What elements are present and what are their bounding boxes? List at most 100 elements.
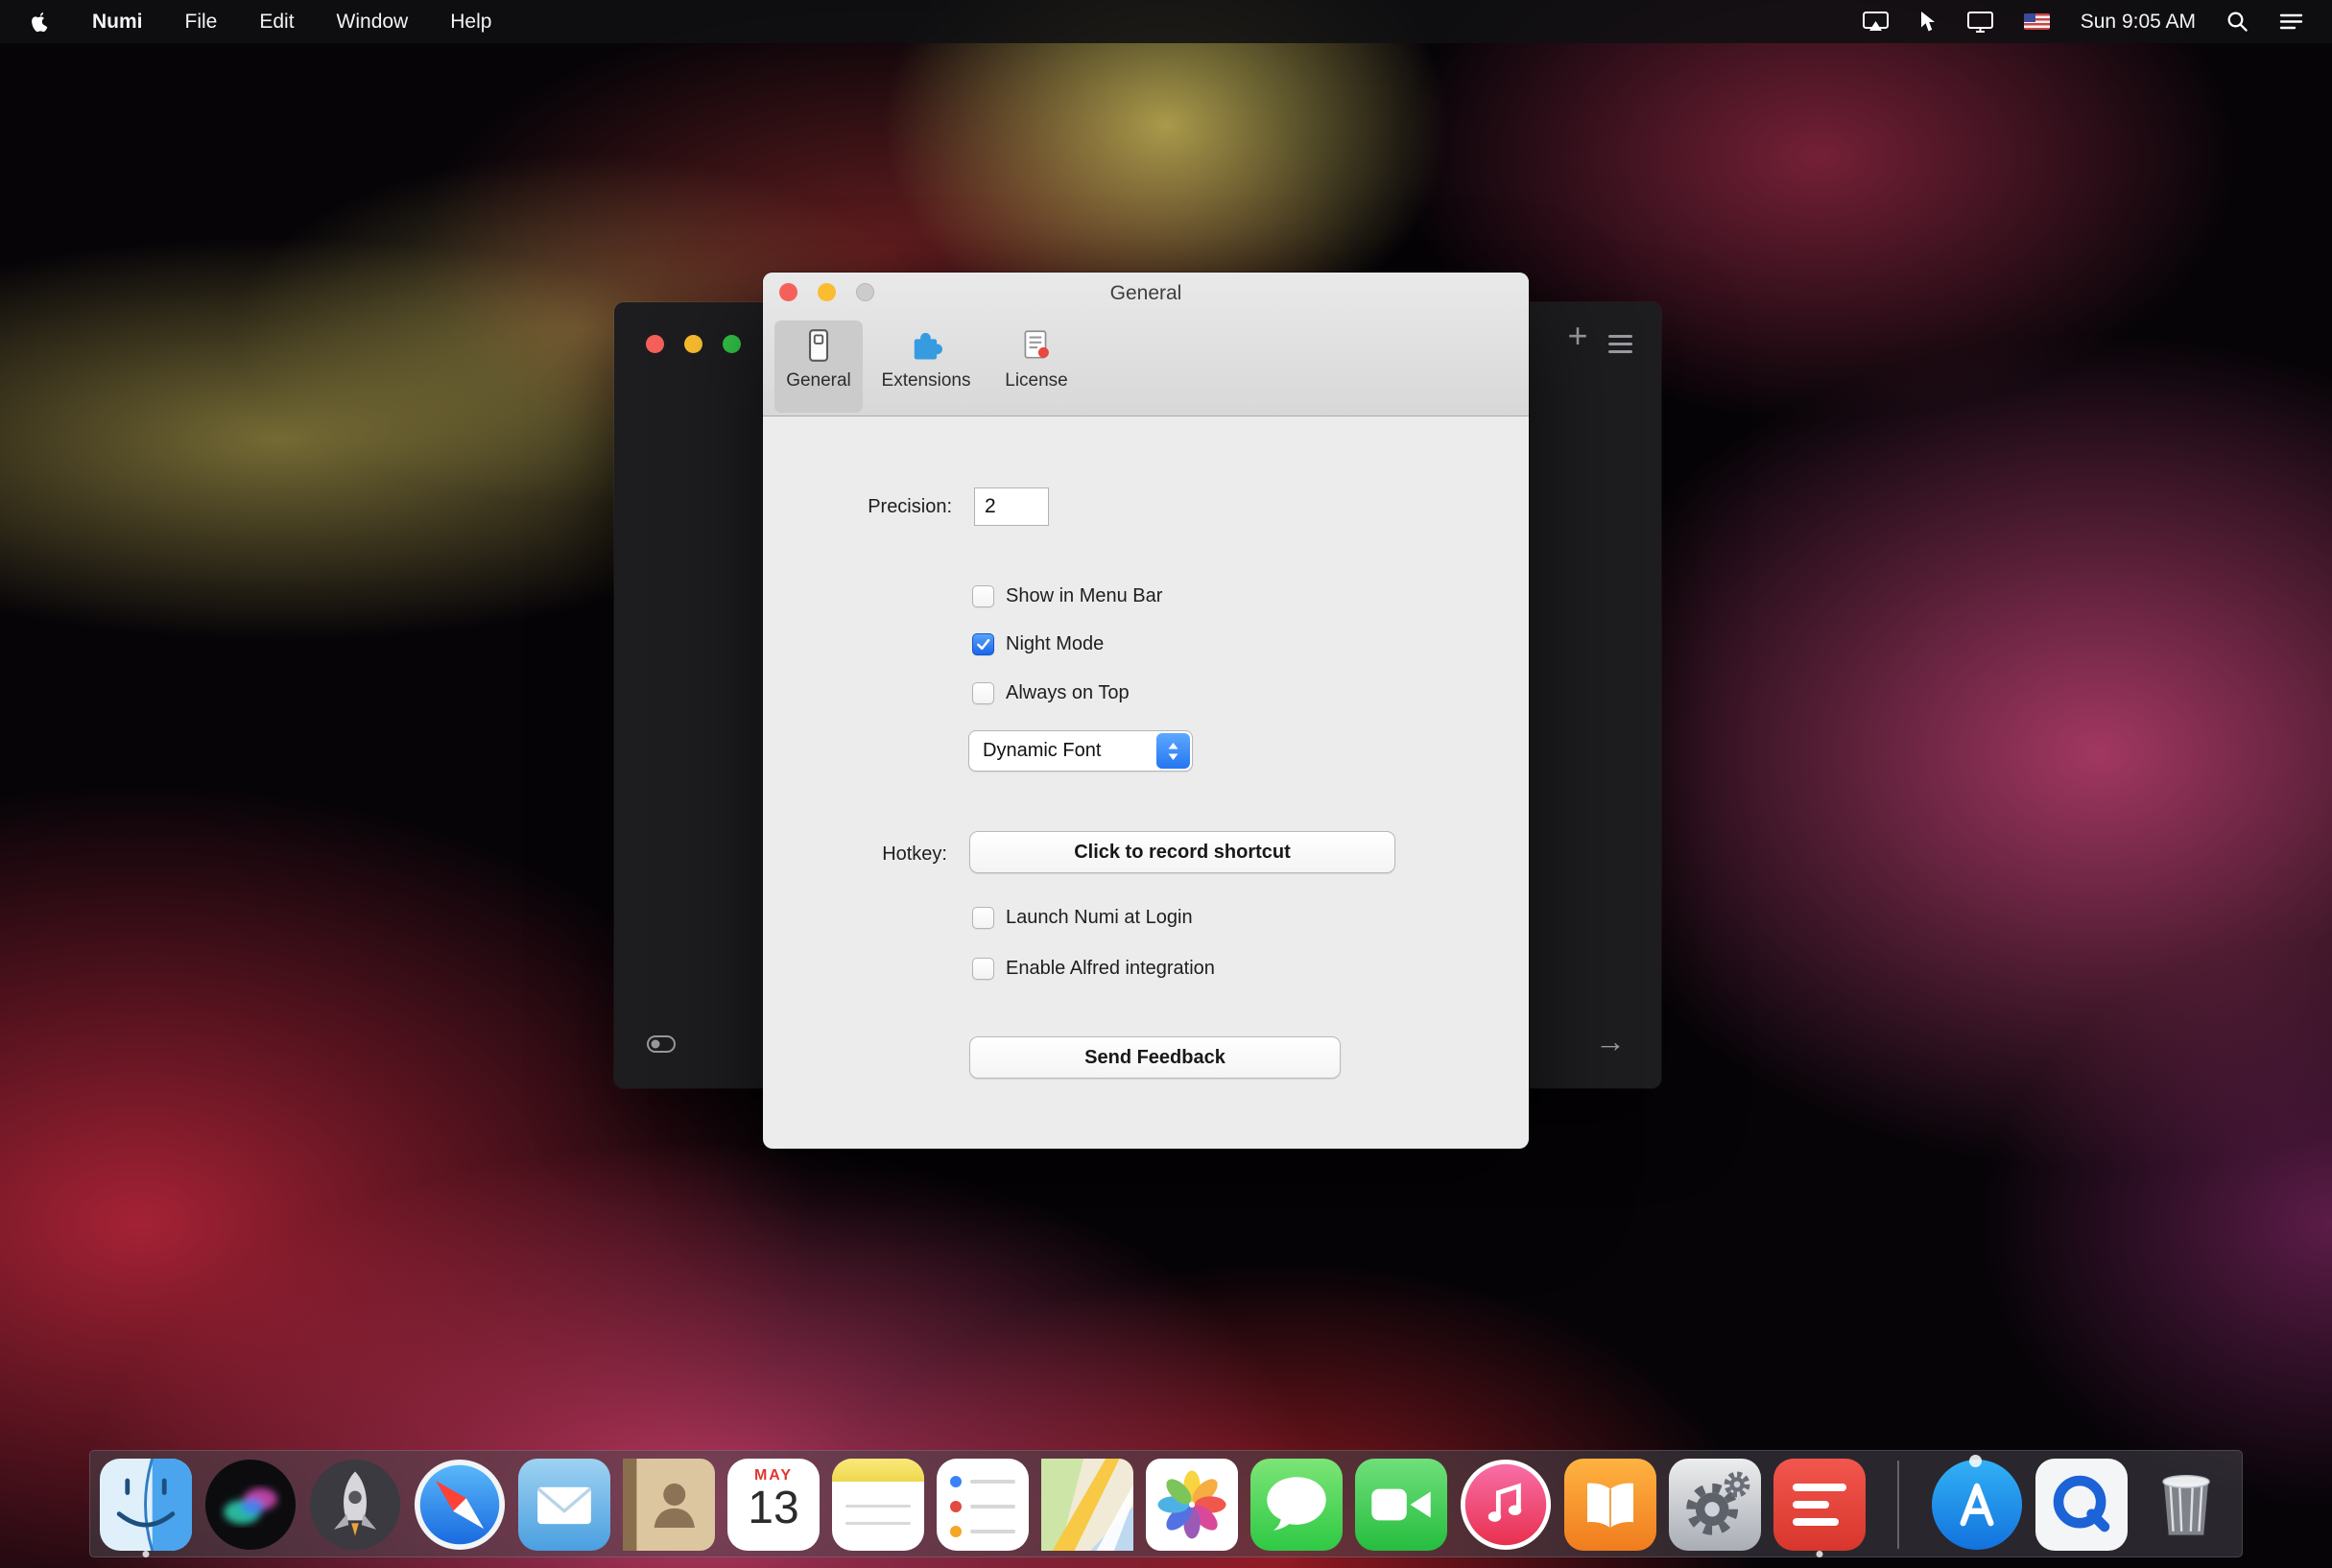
checkbox-label: Always on Top — [1006, 682, 1130, 704]
dock: MAY 13 — [89, 1450, 2243, 1557]
dock-item-finder[interactable] — [100, 1459, 192, 1551]
close-button[interactable] — [646, 335, 664, 353]
dock-item-notes[interactable] — [832, 1459, 924, 1551]
display-mirroring-icon[interactable] — [1863, 12, 1889, 32]
font-select[interactable]: Dynamic Font — [968, 730, 1193, 772]
option-night-mode[interactable]: Night Mode — [972, 633, 1104, 655]
option-always-on-top[interactable]: Always on Top — [972, 682, 1130, 704]
siri-icon — [204, 1459, 297, 1551]
menubar-app-name[interactable]: Numi — [92, 11, 143, 34]
app-store-icon — [1931, 1459, 2023, 1551]
mail-icon — [518, 1459, 610, 1551]
checkbox-always-on-top[interactable] — [972, 682, 994, 704]
dock-item-siri[interactable] — [204, 1459, 297, 1551]
system-preferences-gear-icon — [1669, 1459, 1761, 1551]
zoom-button[interactable] — [723, 335, 741, 353]
hamburger-menu-icon[interactable] — [1608, 335, 1632, 358]
books-icon — [1564, 1459, 1656, 1551]
contacts-icon — [623, 1459, 715, 1551]
tab-label: Extensions — [882, 370, 971, 392]
precision-label: Precision: — [792, 496, 952, 518]
input-source-flag-icon[interactable] — [2024, 13, 2050, 30]
record-shortcut-button[interactable]: Click to record shortcut — [969, 831, 1395, 873]
tab-label: General — [786, 370, 851, 392]
minimize-button[interactable] — [818, 283, 836, 301]
checkbox-label: Enable Alfred integration — [1006, 958, 1215, 980]
checkbox-show-in-menu-bar[interactable] — [972, 585, 994, 607]
notification-center-icon[interactable] — [2279, 12, 2303, 31]
tab-extensions[interactable]: Extensions — [869, 321, 984, 413]
preferences-window: General General Extensions Licen — [763, 273, 1529, 1149]
window-title: General — [763, 273, 1529, 315]
notes-icon — [832, 1459, 924, 1551]
send-feedback-button[interactable]: Send Feedback — [969, 1036, 1341, 1079]
arrow-right-icon[interactable]: → — [1595, 1024, 1626, 1059]
dock-item-calendar[interactable]: MAY 13 — [727, 1459, 820, 1551]
spotlight-search-icon[interactable] — [2226, 11, 2249, 33]
tab-label: License — [1005, 370, 1068, 392]
menu-window[interactable]: Window — [337, 11, 409, 34]
menu-edit[interactable]: Edit — [259, 11, 294, 34]
option-show-in-menu-bar[interactable]: Show in Menu Bar — [972, 585, 1162, 607]
dock-item-facetime[interactable] — [1355, 1459, 1447, 1551]
tab-license[interactable]: License — [991, 321, 1082, 413]
dock-item-app-store[interactable] — [1931, 1459, 2023, 1551]
menu-help[interactable]: Help — [450, 11, 491, 34]
dock-item-safari[interactable] — [414, 1459, 506, 1551]
facetime-icon — [1355, 1459, 1447, 1551]
menu-file[interactable]: File — [185, 11, 218, 34]
dock-item-numi[interactable] — [1773, 1459, 1866, 1551]
dock-separator — [1897, 1461, 1899, 1549]
reminders-icon — [937, 1459, 1029, 1551]
checkbox-night-mode[interactable] — [972, 633, 994, 655]
calendar-day: 13 — [727, 1485, 820, 1532]
popup-stepper-icon — [1156, 733, 1190, 769]
minimize-button[interactable] — [684, 335, 702, 353]
hotkey-label: Hotkey: — [792, 843, 947, 866]
dock-item-reminders[interactable] — [937, 1459, 1029, 1551]
dock-item-launchpad[interactable] — [309, 1459, 401, 1551]
general-switch-icon — [799, 326, 838, 365]
dock-item-messages[interactable] — [1250, 1459, 1343, 1551]
dock-item-quicktime[interactable] — [2035, 1459, 2128, 1551]
menubar-clock[interactable]: Sun 9:05 AM — [2081, 11, 2196, 34]
dock-item-trash[interactable] — [2140, 1459, 2232, 1551]
safari-icon — [414, 1459, 506, 1551]
calendar-icon: MAY 13 — [727, 1459, 820, 1551]
dock-item-maps[interactable] — [1041, 1459, 1133, 1551]
itunes-icon — [1460, 1459, 1552, 1551]
font-select-value: Dynamic Font — [969, 740, 1101, 762]
dock-indicator-dot — [1969, 1455, 1982, 1467]
zoom-button-disabled — [856, 283, 874, 301]
tab-general[interactable]: General — [774, 321, 863, 413]
precision-input[interactable] — [974, 487, 1049, 526]
apple-menu-icon[interactable] — [29, 10, 50, 35]
dock-item-photos[interactable] — [1146, 1459, 1238, 1551]
launchpad-rocket-icon — [309, 1459, 401, 1551]
option-launch-at-login[interactable]: Launch Numi at Login — [972, 907, 1193, 929]
checkbox-label: Launch Numi at Login — [1006, 907, 1193, 929]
preferences-titlebar: General General Extensions Licen — [763, 273, 1529, 416]
dock-item-itunes[interactable] — [1460, 1459, 1552, 1551]
quicktime-icon — [2035, 1459, 2128, 1551]
checkbox-label: Night Mode — [1006, 633, 1104, 655]
dock-item-books[interactable] — [1564, 1459, 1656, 1551]
maps-icon — [1041, 1459, 1133, 1551]
checkbox-launch-at-login[interactable] — [972, 907, 994, 929]
new-tab-icon[interactable]: + — [1557, 316, 1599, 356]
option-alfred-integration[interactable]: Enable Alfred integration — [972, 958, 1215, 980]
dock-item-mail[interactable] — [518, 1459, 610, 1551]
dock-item-contacts[interactable] — [623, 1459, 715, 1551]
pointer-icon[interactable] — [1919, 11, 1937, 33]
finder-icon — [100, 1459, 192, 1551]
dock-item-system-preferences[interactable] — [1669, 1459, 1761, 1551]
checkbox-alfred-integration[interactable] — [972, 958, 994, 980]
display-icon[interactable] — [1967, 12, 1993, 33]
menu-bar: Numi File Edit Window Help Sun 9:05 AM — [0, 0, 2332, 43]
checkbox-label: Show in Menu Bar — [1006, 585, 1162, 607]
trash-icon — [2140, 1459, 2232, 1551]
toggle-icon[interactable] — [647, 1035, 676, 1057]
close-button[interactable] — [779, 283, 797, 301]
puzzle-piece-icon — [907, 326, 945, 365]
desktop-wallpaper: Numi File Edit Window Help Sun 9:05 AM — [0, 0, 2332, 1568]
